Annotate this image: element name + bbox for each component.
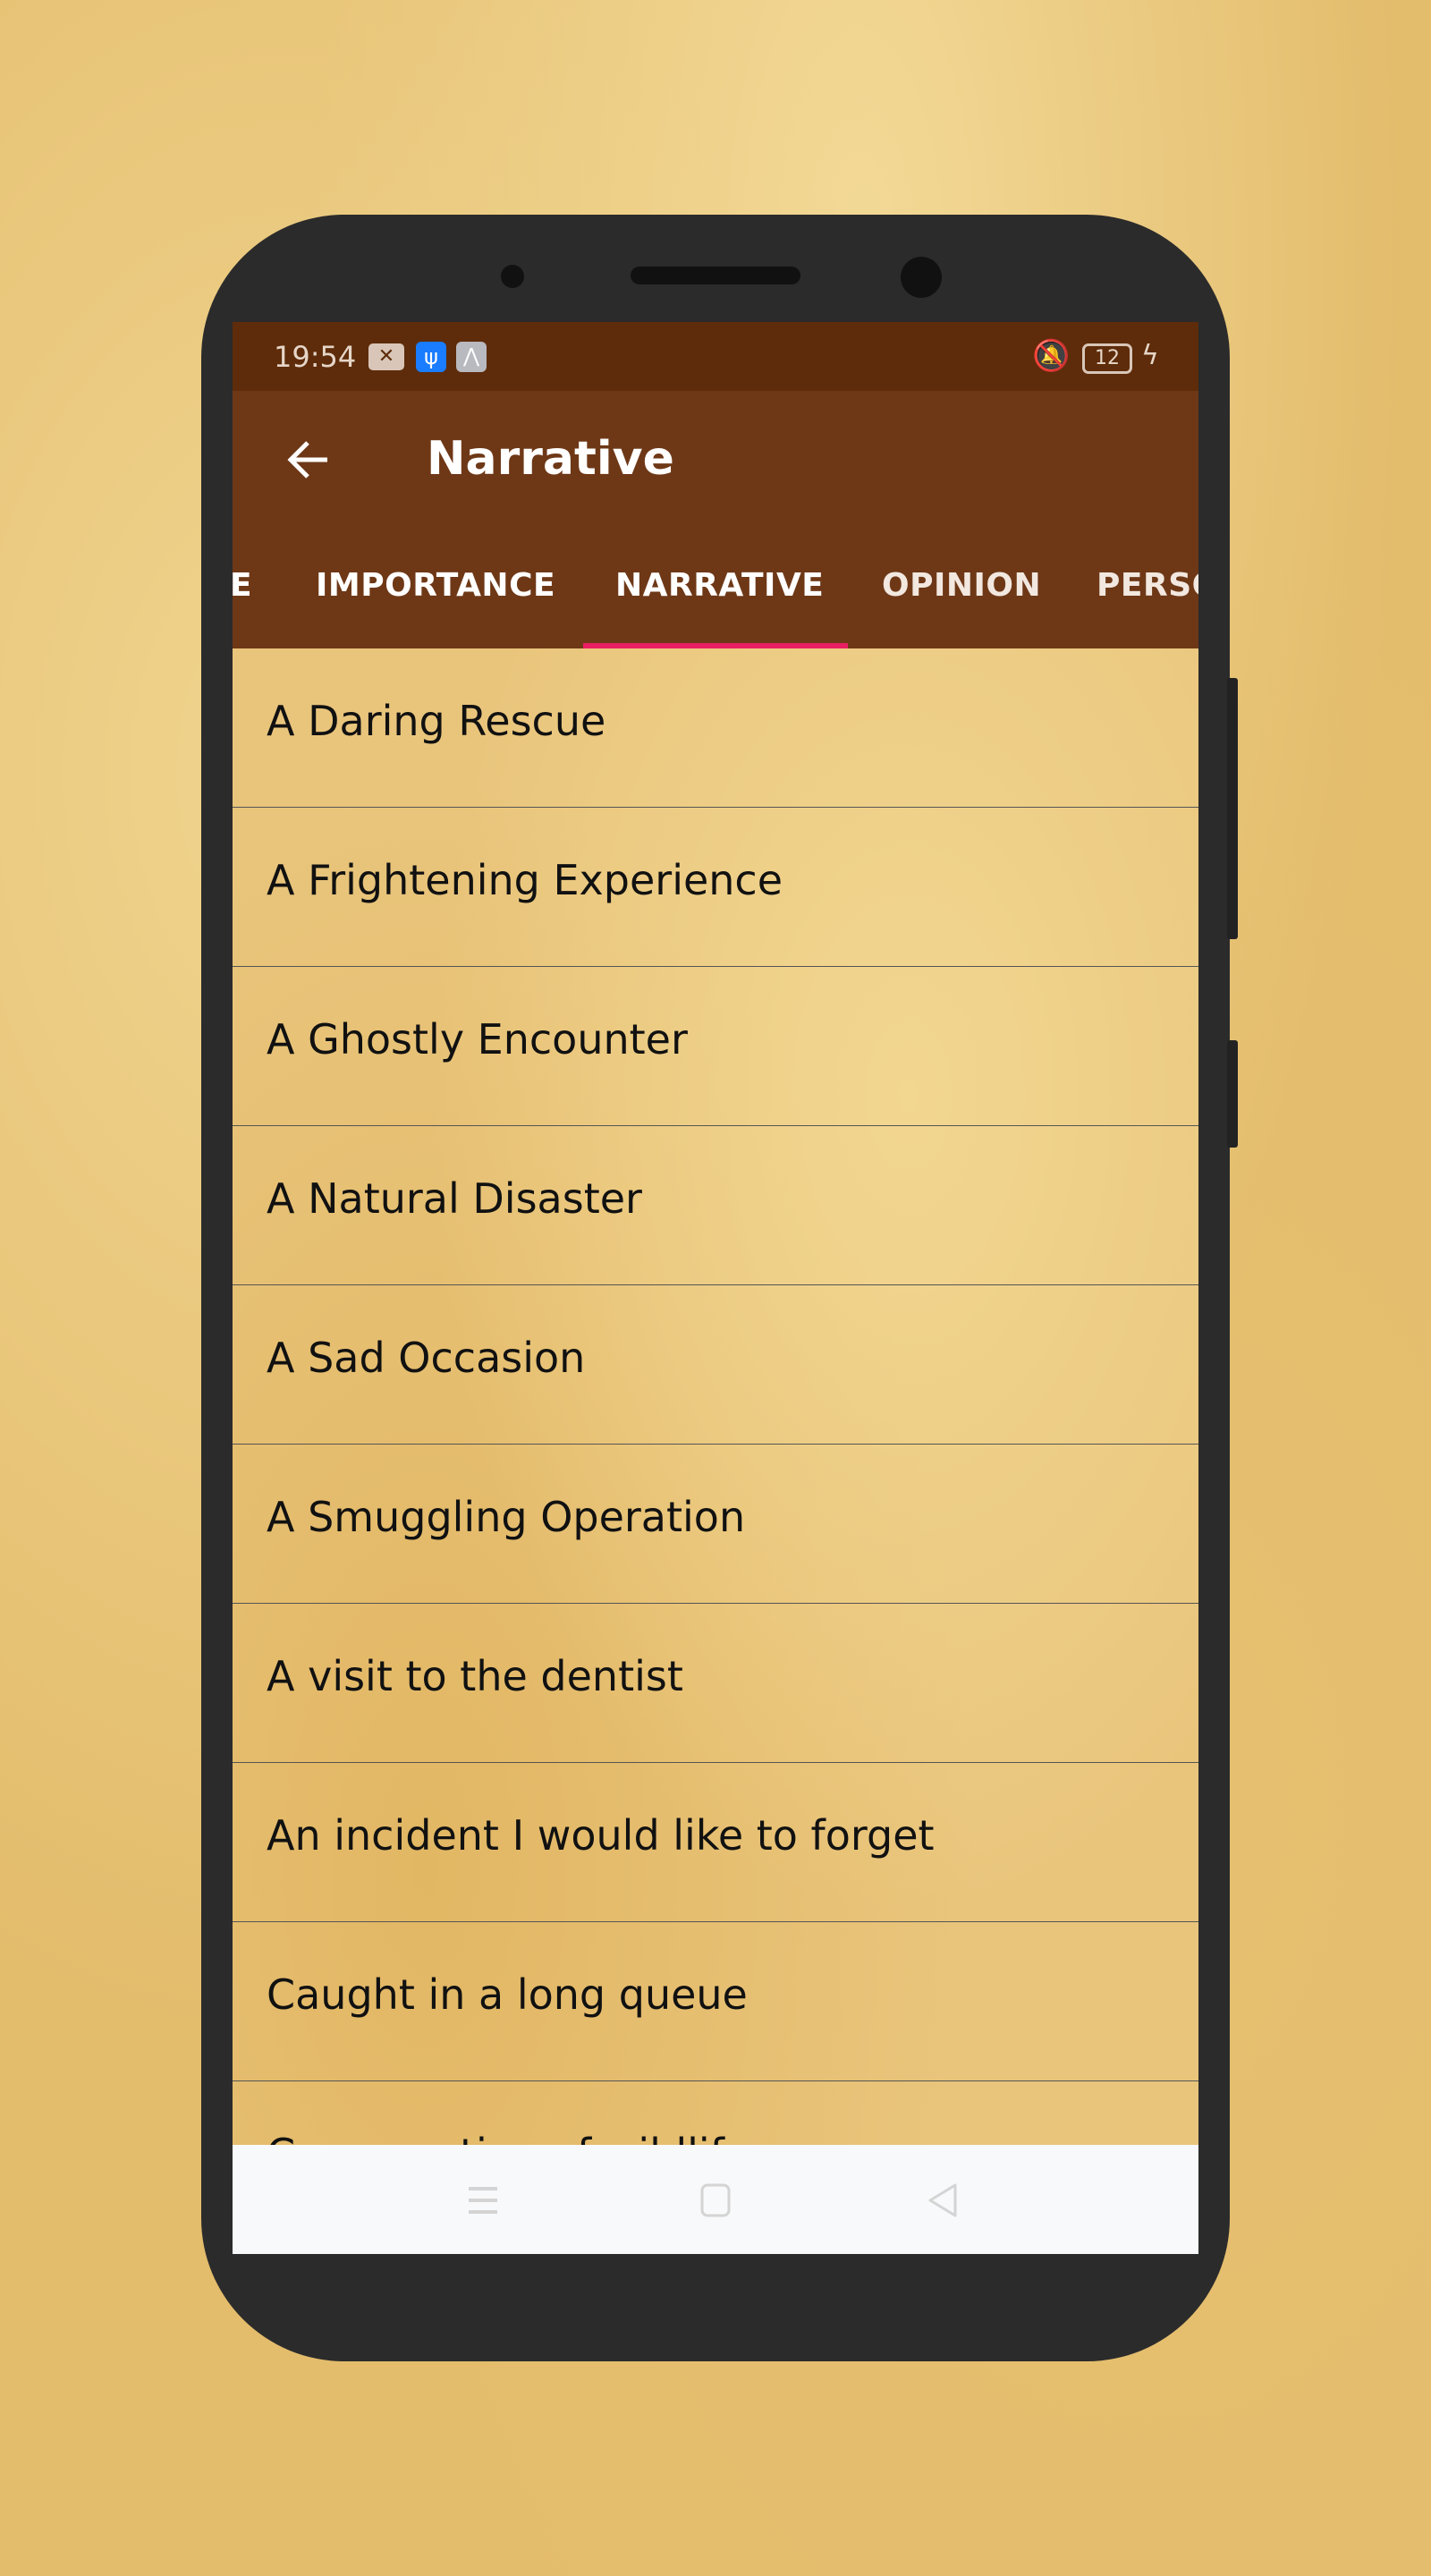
usb-icon: ψ: [416, 342, 446, 372]
tab-opinion[interactable]: OPINION: [882, 528, 1041, 648]
page-title: Narrative: [427, 432, 674, 486]
back-icon[interactable]: [927, 2182, 959, 2218]
status-bar: 19:54 ✕ ψ ⋀ 🔕 12 ϟ: [233, 322, 1198, 391]
list-item-label: An incident I would like to forget: [267, 1811, 935, 1860]
tab-narrative[interactable]: NARRATIVE: [615, 528, 824, 648]
system-nav-bar: [233, 2145, 1198, 2254]
list-item-label: A Sad Occasion: [267, 1334, 586, 1382]
screen: 19:54 ✕ ψ ⋀ 🔕 12 ϟ Narrative E IMPORTANC…: [233, 322, 1198, 2254]
list-item-label: A Natural Disaster: [267, 1174, 642, 1223]
list-item[interactable]: A Ghostly Encounter: [233, 967, 1198, 1126]
arrow-left-icon[interactable]: [286, 439, 331, 480]
tab-importance[interactable]: IMPORTANCE: [316, 528, 555, 648]
list-item[interactable]: An incident I would like to forget: [233, 1763, 1198, 1922]
status-time: 19:54: [274, 340, 357, 374]
share-icon: ⋀: [456, 342, 487, 372]
list-item-label: Caught in a long queue: [267, 1970, 748, 2019]
list-item-label: A Smuggling Operation: [267, 1493, 746, 1541]
charging-icon: ϟ: [1141, 340, 1159, 371]
home-icon[interactable]: [699, 2182, 732, 2218]
list-item-label: A visit to the dentist: [267, 1652, 683, 1700]
battery-icon: 12: [1082, 343, 1132, 374]
phone-speaker: [631, 267, 800, 284]
tab-partial-left[interactable]: E: [233, 528, 252, 648]
volume-button: [1227, 678, 1238, 939]
vibrate-off-icon: 🔕: [1032, 338, 1071, 374]
battery-level: 12: [1095, 347, 1120, 369]
camera-icon: [901, 257, 942, 298]
list-item-label: A Daring Rescue: [267, 697, 606, 745]
list-item-label: A Ghostly Encounter: [267, 1015, 688, 1063]
tab-personal[interactable]: PERSO: [1097, 528, 1198, 648]
list-item[interactable]: A Daring Rescue: [233, 648, 1198, 808]
tab-bar[interactable]: E IMPORTANCE NARRATIVE OPINION PERSO: [233, 528, 1198, 648]
menu-icon[interactable]: [467, 2186, 499, 2215]
power-button: [1227, 1040, 1238, 1148]
list-item-label: A Frightening Experience: [267, 856, 783, 904]
list-item[interactable]: A Natural Disaster: [233, 1126, 1198, 1285]
app-bar: Narrative: [233, 391, 1198, 528]
list-item[interactable]: A Smuggling Operation: [233, 1445, 1198, 1604]
list-item[interactable]: A Frightening Experience: [233, 808, 1198, 967]
list-item[interactable]: Caught in a long queue: [233, 1922, 1198, 2081]
sensor-icon: [501, 265, 524, 288]
list-item[interactable]: A visit to the dentist: [233, 1604, 1198, 1763]
sim-error-icon: ✕: [368, 343, 404, 370]
list-item[interactable]: A Sad Occasion: [233, 1285, 1198, 1445]
